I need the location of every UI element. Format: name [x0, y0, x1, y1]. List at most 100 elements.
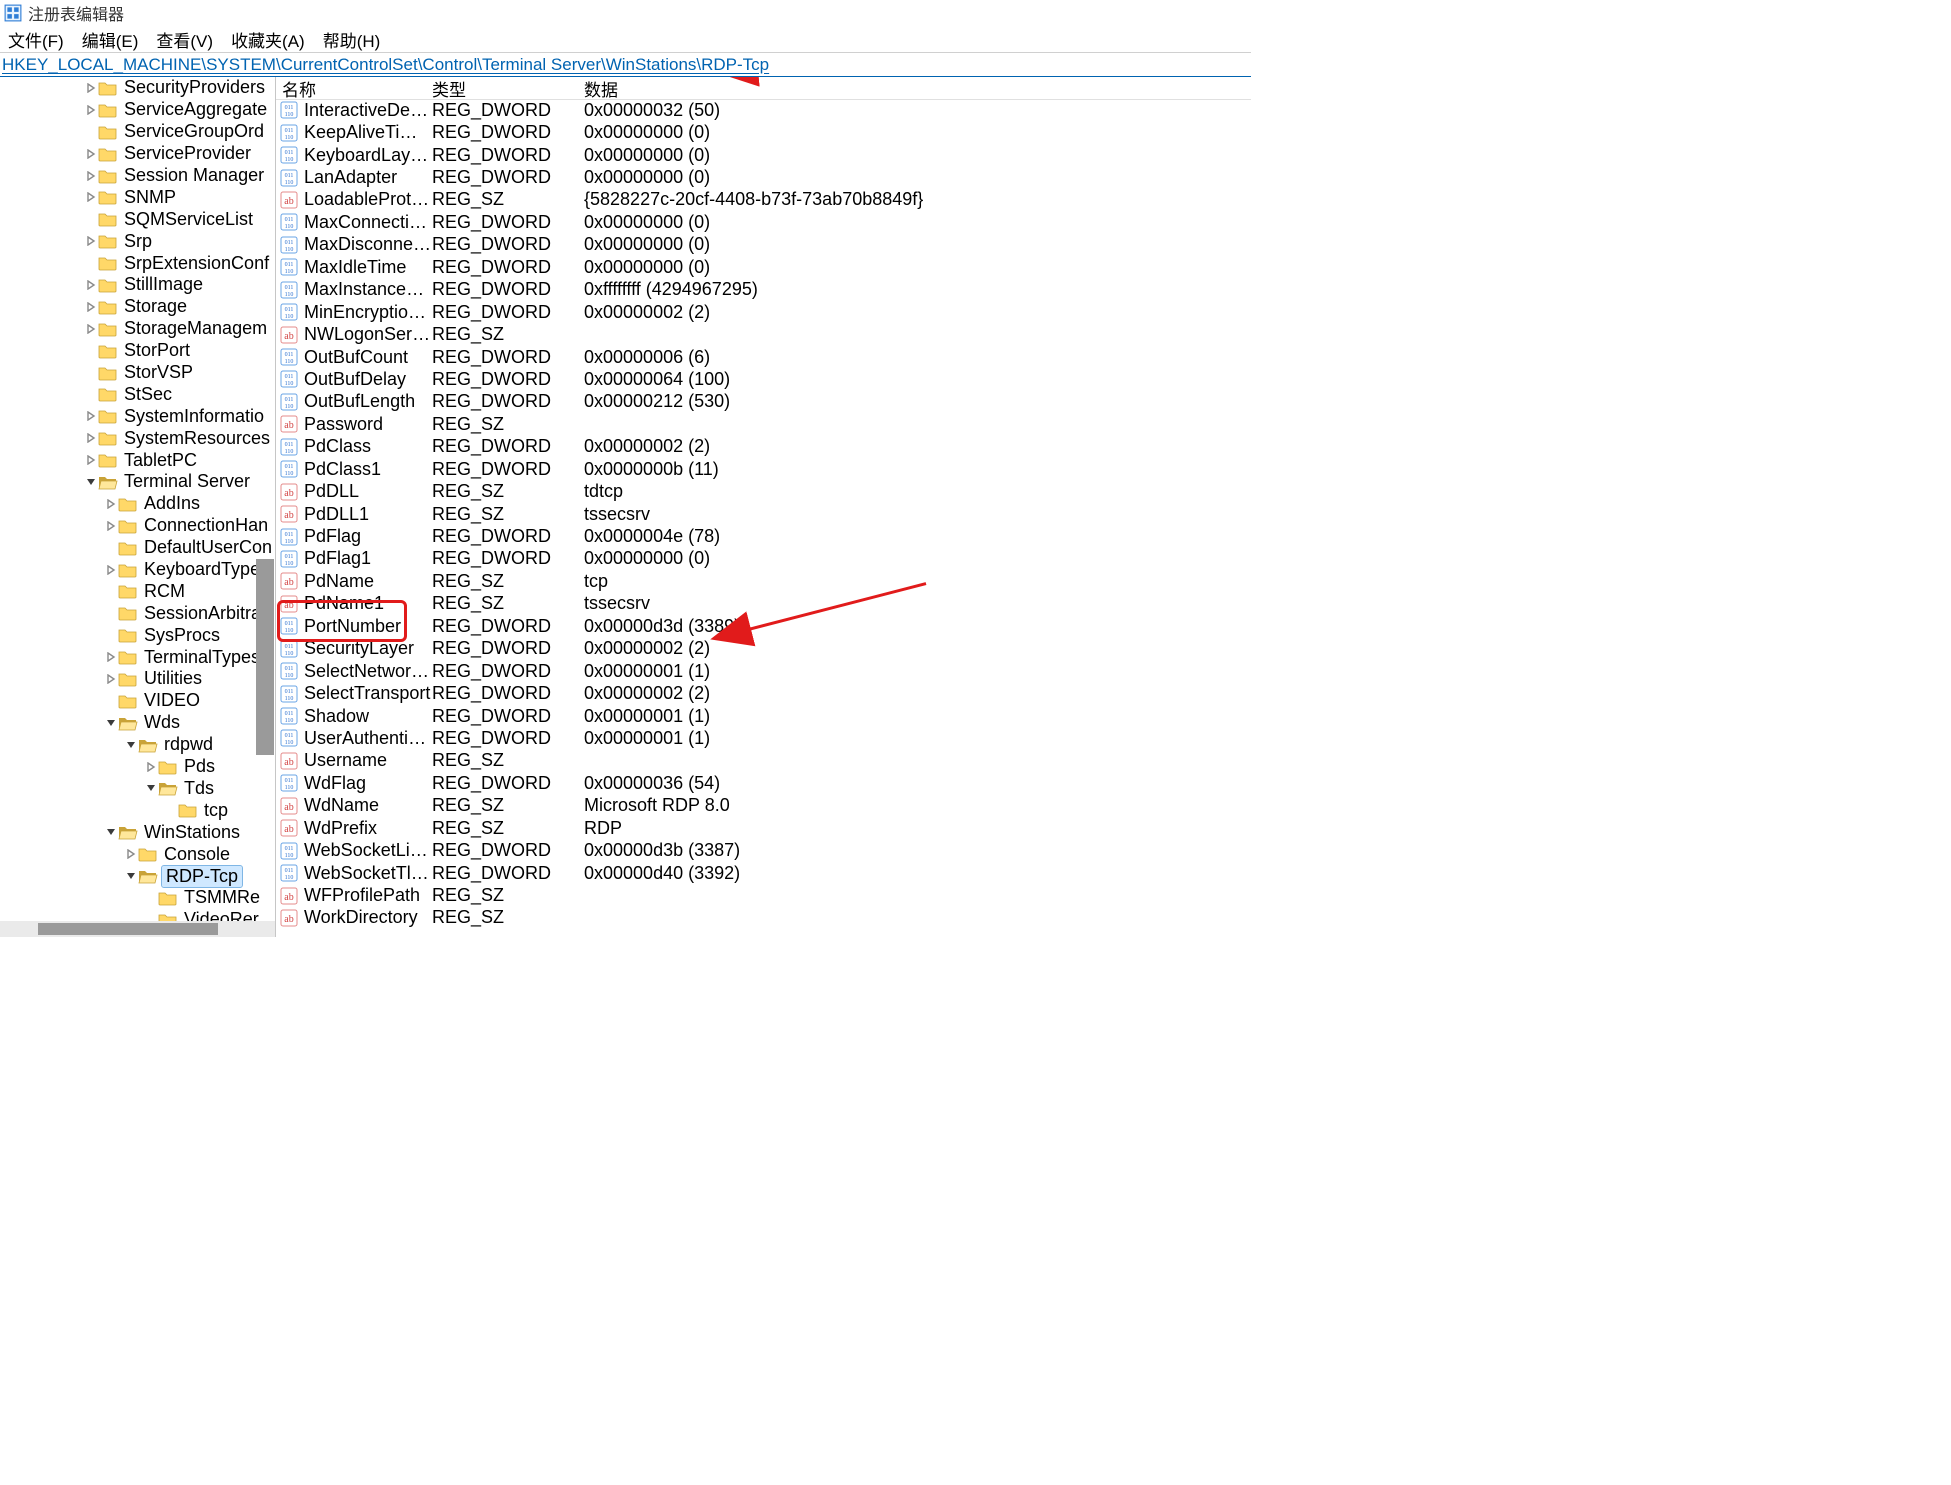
- chevron-down-icon[interactable]: [124, 740, 138, 750]
- tree-item[interactable]: SessionArbitrat: [0, 602, 275, 624]
- value-row[interactable]: MaxConnection...REG_DWORD0x00000000 (0): [276, 211, 1251, 233]
- chevron-right-icon[interactable]: [104, 565, 118, 575]
- chevron-down-icon[interactable]: [124, 871, 138, 881]
- tree-item[interactable]: StorVSP: [0, 362, 275, 384]
- column-data[interactable]: 数据: [584, 77, 1251, 101]
- value-row[interactable]: KeepAliveTime...REG_DWORD0x00000000 (0): [276, 121, 1251, 143]
- value-row[interactable]: MinEncryptionL...REG_DWORD0x00000002 (2): [276, 301, 1251, 323]
- tree-item[interactable]: Storage: [0, 296, 275, 318]
- value-row[interactable]: MaxIdleTimeREG_DWORD0x00000000 (0): [276, 256, 1251, 278]
- tree-item[interactable]: Session Manager: [0, 165, 275, 187]
- value-row[interactable]: LanAdapterREG_DWORD0x00000000 (0): [276, 166, 1251, 188]
- chevron-right-icon[interactable]: [84, 280, 98, 290]
- tree-item[interactable]: AddIns: [0, 493, 275, 515]
- tree-horizontal-scrollbar[interactable]: [0, 921, 275, 937]
- value-row[interactable]: OutBufLengthREG_DWORD0x00000212 (530): [276, 391, 1251, 413]
- tree-item[interactable]: SNMP: [0, 186, 275, 208]
- tree-item[interactable]: DefaultUserCon: [0, 537, 275, 559]
- value-row[interactable]: WdFlagREG_DWORD0x00000036 (54): [276, 772, 1251, 794]
- chevron-right-icon[interactable]: [104, 674, 118, 684]
- tree-horizontal-scrollbar-thumb[interactable]: [38, 923, 218, 935]
- value-row[interactable]: SelectTransportREG_DWORD0x00000002 (2): [276, 682, 1251, 704]
- chevron-down-icon[interactable]: [104, 718, 118, 728]
- tree-item[interactable]: SrpExtensionConf: [0, 252, 275, 274]
- tree-item[interactable]: StorPort: [0, 340, 275, 362]
- menu-edit[interactable]: 编辑(E): [82, 27, 139, 52]
- tree-item[interactable]: SecurityProviders: [0, 77, 275, 99]
- tree-item[interactable]: TerminalTypes: [0, 646, 275, 668]
- chevron-right-icon[interactable]: [84, 433, 98, 443]
- value-row[interactable]: WdPrefixREG_SZRDP: [276, 817, 1251, 839]
- menu-favorites[interactable]: 收藏夹(A): [231, 27, 305, 52]
- tree-item[interactable]: Tds: [0, 778, 275, 800]
- value-row[interactable]: WFProfilePathREG_SZ: [276, 884, 1251, 906]
- value-row[interactable]: PortNumberREG_DWORD0x00000d3d (3389): [276, 615, 1251, 637]
- tree-item[interactable]: StillImage: [0, 274, 275, 296]
- value-row[interactable]: PasswordREG_SZ: [276, 413, 1251, 435]
- values-list[interactable]: 名称 类型 数据 InteractiveDelayREG_DWORD0x0000…: [276, 77, 1251, 937]
- value-row[interactable]: OutBufCountREG_DWORD0x00000006 (6): [276, 346, 1251, 368]
- value-row[interactable]: WebSocketTlsLi...REG_DWORD0x00000d40 (33…: [276, 862, 1251, 884]
- tree-item[interactable]: TSMMRe: [0, 887, 275, 909]
- value-row[interactable]: KeyboardLayoutREG_DWORD0x00000000 (0): [276, 144, 1251, 166]
- chevron-right-icon[interactable]: [84, 411, 98, 421]
- tree-item[interactable]: Wds: [0, 712, 275, 734]
- value-row[interactable]: LoadableProtoc...REG_SZ{5828227c-20cf-44…: [276, 189, 1251, 211]
- value-row[interactable]: OutBufDelayREG_DWORD0x00000064 (100): [276, 368, 1251, 390]
- value-row[interactable]: ShadowREG_DWORD0x00000001 (1): [276, 705, 1251, 727]
- tree-item[interactable]: KeyboardType: [0, 559, 275, 581]
- tree-item[interactable]: WinStations: [0, 821, 275, 843]
- tree-item[interactable]: StorageManagem: [0, 318, 275, 340]
- chevron-right-icon[interactable]: [84, 324, 98, 334]
- value-row[interactable]: PdDLLREG_SZtdtcp: [276, 480, 1251, 502]
- tree-item[interactable]: VideoRer: [0, 909, 275, 921]
- chevron-down-icon[interactable]: [104, 827, 118, 837]
- value-row[interactable]: PdFlag1REG_DWORD0x00000000 (0): [276, 548, 1251, 570]
- value-row[interactable]: WebSocketListe...REG_DWORD0x00000d3b (33…: [276, 839, 1251, 861]
- menu-help[interactable]: 帮助(H): [323, 27, 381, 52]
- chevron-right-icon[interactable]: [104, 652, 118, 662]
- chevron-right-icon[interactable]: [84, 236, 98, 246]
- value-row[interactable]: PdDLL1REG_SZtssecsrv: [276, 503, 1251, 525]
- chevron-right-icon[interactable]: [104, 521, 118, 531]
- chevron-right-icon[interactable]: [84, 455, 98, 465]
- tree-item[interactable]: ServiceGroupOrd: [0, 121, 275, 143]
- tree-item[interactable]: SysProcs: [0, 624, 275, 646]
- tree-item[interactable]: ConnectionHan: [0, 515, 275, 537]
- value-row[interactable]: InteractiveDelayREG_DWORD0x00000032 (50): [276, 99, 1251, 121]
- value-row[interactable]: UserAuthentica...REG_DWORD0x00000001 (1): [276, 727, 1251, 749]
- tree-item[interactable]: Srp: [0, 230, 275, 252]
- value-row[interactable]: WdNameREG_SZMicrosoft RDP 8.0: [276, 795, 1251, 817]
- value-row[interactable]: UsernameREG_SZ: [276, 750, 1251, 772]
- menu-view[interactable]: 查看(V): [156, 27, 213, 52]
- chevron-right-icon[interactable]: [84, 149, 98, 159]
- value-row[interactable]: PdFlagREG_DWORD0x0000004e (78): [276, 525, 1251, 547]
- tree-item[interactable]: RCM: [0, 580, 275, 602]
- chevron-right-icon[interactable]: [84, 83, 98, 93]
- value-row[interactable]: WorkDirectoryREG_SZ: [276, 907, 1251, 929]
- tree-item[interactable]: RDP-Tcp: [0, 865, 275, 887]
- value-row[interactable]: NWLogonServerREG_SZ: [276, 323, 1251, 345]
- column-name[interactable]: 名称: [276, 77, 432, 101]
- tree-item[interactable]: Utilities: [0, 668, 275, 690]
- value-row[interactable]: PdClassREG_DWORD0x00000002 (2): [276, 436, 1251, 458]
- tree-item[interactable]: StSec: [0, 383, 275, 405]
- tree-vertical-scrollbar-thumb[interactable]: [256, 559, 274, 755]
- value-row[interactable]: PdName1REG_SZtssecsrv: [276, 593, 1251, 615]
- value-row[interactable]: PdClass1REG_DWORD0x0000000b (11): [276, 458, 1251, 480]
- tree-item[interactable]: Terminal Server: [0, 471, 275, 493]
- value-row[interactable]: MaxInstanceCo...REG_DWORD0xffffffff (429…: [276, 279, 1251, 301]
- tree-item[interactable]: TabletPC: [0, 449, 275, 471]
- registry-tree[interactable]: SecurityProvidersServiceAggregateService…: [0, 77, 275, 921]
- value-row[interactable]: SecurityLayerREG_DWORD0x00000002 (2): [276, 638, 1251, 660]
- tree-item[interactable]: SystemResources: [0, 427, 275, 449]
- tree-item[interactable]: Pds: [0, 756, 275, 778]
- chevron-right-icon[interactable]: [84, 105, 98, 115]
- tree-item[interactable]: SystemInformatio: [0, 405, 275, 427]
- chevron-right-icon[interactable]: [104, 499, 118, 509]
- menu-file[interactable]: 文件(F): [8, 27, 64, 52]
- chevron-down-icon[interactable]: [144, 783, 158, 793]
- tree-item[interactable]: ServiceAggregate: [0, 99, 275, 121]
- tree-item[interactable]: ServiceProvider: [0, 143, 275, 165]
- chevron-right-icon[interactable]: [84, 302, 98, 312]
